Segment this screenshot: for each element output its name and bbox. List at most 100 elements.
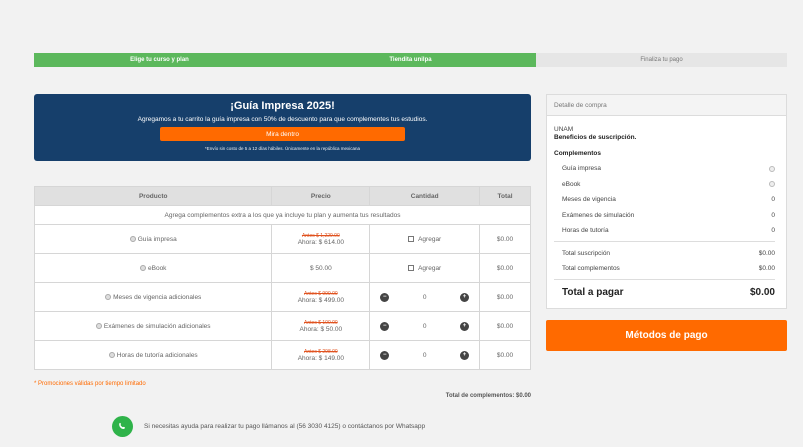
quantity-cell: − 0 + xyxy=(369,340,481,370)
summary-total-value: $0.00 xyxy=(758,265,775,273)
quantity-value: 0 xyxy=(422,293,427,301)
summary-item-ebook: eBook xyxy=(554,177,775,193)
minus-icon[interactable]: − xyxy=(380,292,390,302)
look-inside-button[interactable]: Mira dentro xyxy=(160,127,405,141)
current-price: Ahora: $ 50.00 xyxy=(299,325,343,333)
summary-item-label: Guía impresa xyxy=(562,165,602,173)
price-cell: Antes $ 1,229.00 Ahora: $ 614.00 xyxy=(271,224,371,254)
summary-header: Detalle de compra xyxy=(547,95,786,116)
product-cell: eBook xyxy=(33,253,273,283)
whatsapp-icon[interactable] xyxy=(112,416,133,437)
product-name: Guía impresa xyxy=(137,235,177,243)
total-complements-text: Total de complementos: $0.00 xyxy=(445,393,531,399)
table-info-row: Agrega complementos extra a los que ya i… xyxy=(34,205,531,225)
summary-item-label: eBook xyxy=(562,180,581,188)
help-text: Si necesitas ayuda para realizar tu pago… xyxy=(144,423,426,430)
current-price: $ 50.00 xyxy=(310,264,332,272)
row-total: $0.00 xyxy=(479,340,531,370)
row-total: $0.00 xyxy=(479,253,531,283)
plus-icon[interactable]: + xyxy=(460,350,470,360)
purchase-summary: Detalle de compra UNAM Beneficios de sus… xyxy=(546,94,787,309)
summary-item-value: 0 xyxy=(771,227,775,235)
info-icon[interactable] xyxy=(129,235,136,242)
grand-total-label: Total a pagar xyxy=(562,286,624,298)
step-finish-payment: Finaliza tu pago xyxy=(536,53,787,67)
price-cell: Antes $ 298.00 Ahora: $ 149.00 xyxy=(271,340,371,370)
info-icon[interactable] xyxy=(108,351,115,358)
summary-item-months: Meses de vigencia 0 xyxy=(554,192,775,208)
summary-total-subscription: Total suscripción $0.00 xyxy=(554,246,775,262)
add-checkbox[interactable] xyxy=(408,235,415,242)
summary-item-label: Horas de tutoría xyxy=(562,227,609,235)
current-price: Ahora: $ 499.00 xyxy=(297,296,344,304)
checkout-stepper: Elige tu curso y plan Tiendita unilpa Fi… xyxy=(34,53,787,67)
product-name: eBook xyxy=(148,264,167,272)
table-row: Guía impresa Antes $ 1,229.00 Ahora: $ 61… xyxy=(33,224,531,254)
quantity-stepper: − 0 + xyxy=(370,292,479,302)
row-total: $0.00 xyxy=(479,282,531,312)
summary-grand-total: Total a pagar $0.00 xyxy=(554,287,775,298)
payment-methods-button[interactable]: Métodos de pago xyxy=(546,320,787,351)
table-row: Meses de vigencia adicionales Antes $ 99… xyxy=(33,282,531,312)
summary-item-label: Exámenes de simulación xyxy=(562,211,635,219)
summary-item-value: 0 xyxy=(771,211,775,219)
summary-body: UNAM Beneficios de suscripción. Compleme… xyxy=(547,116,786,298)
minus-icon[interactable]: − xyxy=(380,350,390,360)
summary-org: UNAM xyxy=(554,126,574,133)
add-checkbox[interactable] xyxy=(408,264,415,271)
summary-item-radio xyxy=(769,165,775,172)
info-icon[interactable] xyxy=(95,322,102,329)
product-cell: Guía impresa xyxy=(33,224,273,254)
price-cell: Antes $ 999.00 Ahora: $ 499.00 xyxy=(271,282,371,312)
product-name: Exámenes de simulación adicionales xyxy=(103,322,211,330)
price-cell: $ 50.00 xyxy=(271,253,371,283)
quantity-value: 0 xyxy=(422,322,427,330)
table-row: Horas de tutoría adicionales Antes $ 298… xyxy=(33,340,531,370)
summary-complements-title: Complementos xyxy=(554,150,601,157)
product-name: Horas de tutoría adicionales xyxy=(116,351,198,359)
add-label: Agregar xyxy=(418,235,442,243)
step-store: Tiendita unilpa xyxy=(285,53,536,67)
summary-total-label: Total suscripción xyxy=(562,249,611,257)
summary-total-label: Total complementos xyxy=(562,265,620,273)
phone-icon xyxy=(119,422,125,430)
promo-subtitle: Agregamos a tu carrito la guía impresa c… xyxy=(137,116,428,123)
col-price: Precio xyxy=(271,186,371,206)
table-header-row: Producto Precio Cantidad Total xyxy=(33,186,531,206)
summary-divider xyxy=(554,240,775,242)
product-cell: Horas de tutoría adicionales xyxy=(33,340,273,370)
product-cell: Exámenes de simulación adicionales xyxy=(33,311,273,341)
quantity-cell: − 0 + xyxy=(369,311,481,341)
promo-shipping-note: *Envío sin costo de 5 a 12 días hábiles.… xyxy=(204,146,361,151)
col-product: Producto xyxy=(33,186,273,206)
summary-divider xyxy=(554,278,775,280)
summary-item-printed-guide: Guía impresa xyxy=(554,161,775,177)
col-total: Total xyxy=(479,186,531,206)
plus-icon[interactable]: + xyxy=(460,292,470,302)
table-info-text: Agrega complementos extra a los que ya i… xyxy=(34,205,531,225)
info-icon[interactable] xyxy=(140,264,146,271)
step-choose-course: Elige tu curso y plan xyxy=(34,53,285,67)
quantity-value: 0 xyxy=(422,351,427,359)
summary-item-label: Meses de vigencia xyxy=(562,196,616,204)
quantity-cell[interactable]: Agregar xyxy=(369,253,481,283)
grand-total-value: $0.00 xyxy=(749,286,775,298)
summary-item-tutoring: Horas de tutoría 0 xyxy=(554,223,775,239)
minus-icon[interactable]: − xyxy=(380,321,390,331)
row-total: $0.00 xyxy=(479,224,531,254)
promo-limit-note: * Promociones válidas por tiempo limitad… xyxy=(34,381,146,387)
current-price: Ahora: $ 614.00 xyxy=(297,238,344,246)
quantity-cell[interactable]: Agregar xyxy=(369,224,481,254)
row-total: $0.00 xyxy=(479,311,531,341)
summary-item-radio xyxy=(769,181,775,188)
promo-title: ¡Guía Impresa 2025! xyxy=(230,100,335,112)
summary-total-complements: Total complementos $0.00 xyxy=(554,261,775,277)
quantity-stepper: − 0 + xyxy=(370,321,479,331)
help-contact: Si necesitas ayuda para realizar tu pago… xyxy=(112,416,425,437)
quantity-stepper: − 0 + xyxy=(370,350,479,360)
product-cell: Meses de vigencia adicionales xyxy=(33,282,273,312)
quantity-cell: − 0 + xyxy=(369,282,481,312)
plus-icon[interactable]: + xyxy=(460,321,470,331)
info-icon[interactable] xyxy=(105,293,112,300)
table-row: Exámenes de simulación adicionales Antes… xyxy=(33,311,531,341)
